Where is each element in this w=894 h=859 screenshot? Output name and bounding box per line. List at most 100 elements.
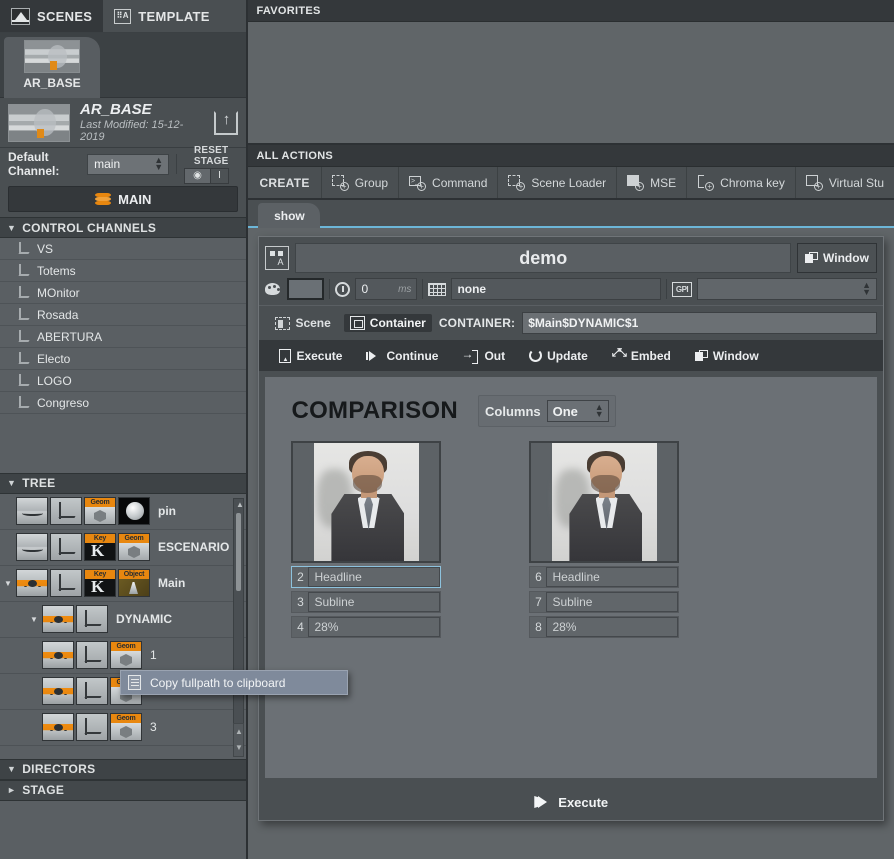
context-menu-item-label: Copy fullpath to clipboard — [150, 676, 285, 690]
field-row[interactable]: 3 Subline — [291, 591, 441, 613]
action-chroma-key[interactable]: + Chroma key — [686, 167, 795, 199]
headline-input[interactable]: Headline — [308, 567, 440, 587]
field-row[interactable]: 6 Headline — [529, 566, 679, 588]
mode-container-button[interactable]: Container — [344, 314, 432, 332]
duration-input[interactable]: 0 ms — [355, 278, 417, 300]
control-channel-item[interactable]: ABERTURA — [0, 326, 246, 348]
subline-input[interactable]: Subline — [308, 592, 440, 612]
scroll-down-icon[interactable]: ▼ — [235, 743, 243, 752]
control-channel-item[interactable]: VS — [0, 238, 246, 260]
tree-expander[interactable]: ▼ — [0, 579, 16, 588]
execute-button[interactable]: Execute — [267, 340, 354, 371]
template-title-input[interactable]: demo — [295, 243, 791, 273]
tree-row[interactable]: ▼ DYNAMIC — [0, 602, 246, 638]
reset-stage-toggle-off[interactable]: ◉ — [184, 168, 211, 184]
visibility-eye-icon[interactable] — [42, 605, 74, 633]
section-directors[interactable]: ▼ DIRECTORS — [0, 759, 246, 780]
control-channel-item[interactable]: Congreso — [0, 392, 246, 414]
action-scene-loader[interactable]: + Scene Loader — [497, 167, 616, 199]
section-tree[interactable]: ▼ TREE — [0, 473, 246, 494]
footer-execute-button[interactable]: Execute — [259, 784, 883, 820]
geom-tag-icon: Geom — [84, 497, 116, 525]
tab-scenes-label: SCENES — [37, 9, 92, 24]
tree-row-label: ESCENARIO — [158, 540, 229, 554]
control-channel-item[interactable]: LOGO — [0, 370, 246, 392]
tree-row[interactable]: Geom 3 — [0, 710, 246, 746]
control-channel-label: ABERTURA — [37, 330, 102, 344]
percentage-input[interactable]: 28% — [546, 617, 678, 637]
section-stage[interactable]: ► STAGE — [0, 780, 246, 801]
tab-scenes[interactable]: SCENES — [0, 0, 103, 32]
scrollbar-thumb[interactable] — [236, 513, 241, 591]
control-channel-item[interactable]: MOnitor — [0, 282, 246, 304]
out-button[interactable]: Out — [450, 340, 517, 371]
reset-stage-toggle-on[interactable]: I — [211, 168, 229, 184]
main-layer-button[interactable]: MAIN — [8, 186, 238, 212]
visibility-eye-icon[interactable] — [16, 569, 48, 597]
scroll-up-icon[interactable]: ▲ — [235, 727, 243, 736]
tree-expander[interactable]: ▼ — [26, 615, 42, 624]
tree-row[interactable]: Geom 1 — [0, 638, 246, 674]
percentage-input[interactable]: 28% — [308, 617, 440, 637]
action-scene-loader-label: Scene Loader — [531, 176, 606, 190]
scroll-up-icon[interactable]: ▲ — [235, 501, 244, 509]
tree-scrollbar[interactable]: ▲ — [233, 498, 244, 741]
shortcut-input[interactable]: none — [451, 278, 661, 300]
field-row[interactable]: 7 Subline — [529, 591, 679, 613]
gpi-select[interactable]: ▲▼ — [697, 278, 877, 300]
field-row[interactable]: 8 28% — [529, 616, 679, 638]
editor-action-bar: Execute Continue Out Update — [259, 340, 883, 371]
upload-icon[interactable]: ↑ — [214, 111, 238, 135]
control-channel-item[interactable]: Electo — [0, 348, 246, 370]
comparison-title: COMPARISON — [291, 397, 458, 425]
tab-template[interactable]: ⠿A TEMPLATE — [103, 0, 221, 32]
tree-row[interactable]: ▼ Key Object Main — [0, 566, 246, 602]
window-action-button[interactable]: Window — [683, 340, 771, 371]
headline-input[interactable]: Headline — [546, 567, 678, 587]
visibility-wave-icon[interactable] — [16, 497, 48, 525]
visibility-eye-icon[interactable] — [42, 641, 74, 669]
update-button[interactable]: Update — [517, 340, 600, 371]
key-tag-icon: Key — [84, 533, 116, 561]
action-command[interactable]: >_+ Command — [398, 167, 497, 199]
default-channel-select[interactable]: main ▲▼ — [87, 154, 169, 175]
default-channel-label: Default Channel: — [8, 150, 80, 178]
control-channel-item[interactable]: Totems — [0, 260, 246, 282]
action-group[interactable]: + Group — [321, 167, 398, 199]
action-group-label: Group — [355, 176, 388, 190]
axis-icon — [76, 677, 108, 705]
geom-tag-label: Geom — [111, 714, 141, 723]
portrait-photo[interactable] — [529, 441, 679, 563]
visibility-eye-icon[interactable] — [42, 677, 74, 705]
portrait-photo[interactable] — [291, 441, 441, 563]
subline-input[interactable]: Subline — [546, 592, 678, 612]
control-channel-item[interactable]: Rosada — [0, 304, 246, 326]
section-control-channels[interactable]: ▼ CONTROL CHANNELS — [0, 217, 246, 238]
template-editor-card: demo Window 0 ms — [258, 236, 884, 821]
scene-tab-ar-base[interactable]: AR_BASE — [4, 37, 100, 98]
scene-tree: Geom pin Key Geom — [0, 494, 246, 759]
field-row[interactable]: 4 28% — [291, 616, 441, 638]
visibility-eye-icon[interactable] — [42, 713, 74, 741]
divider — [666, 279, 667, 299]
context-menu[interactable]: Copy fullpath to clipboard — [120, 670, 348, 695]
action-virtual-studio[interactable]: + Virtual Stu — [795, 167, 894, 199]
favorites-body[interactable] — [248, 22, 894, 145]
field-row[interactable]: 2 Headline — [291, 566, 441, 588]
action-mse[interactable]: + MSE — [616, 167, 686, 199]
continue-button[interactable]: Continue — [354, 340, 450, 371]
tree-row-label: 3 — [150, 720, 157, 734]
tab-show[interactable]: show — [258, 203, 320, 228]
container-path-input[interactable]: $Main$DYNAMIC$1 — [522, 312, 877, 334]
columns-select[interactable]: One ▲▼ — [547, 400, 609, 422]
tree-scroll-stepper[interactable]: ▲ ▼ — [233, 723, 244, 757]
tree-row[interactable]: Geom pin — [0, 494, 246, 530]
mode-scene-button[interactable]: Scene — [269, 314, 336, 332]
tree-row[interactable]: Key Geom ESCENARIO — [0, 530, 246, 566]
visibility-wave-icon[interactable] — [16, 533, 48, 561]
geom-tag-icon: Geom — [118, 533, 150, 561]
control-channels-empty-area — [0, 414, 246, 473]
color-swatch[interactable] — [287, 278, 324, 300]
embed-button[interactable]: Embed — [600, 340, 683, 371]
window-button[interactable]: Window — [797, 243, 877, 273]
